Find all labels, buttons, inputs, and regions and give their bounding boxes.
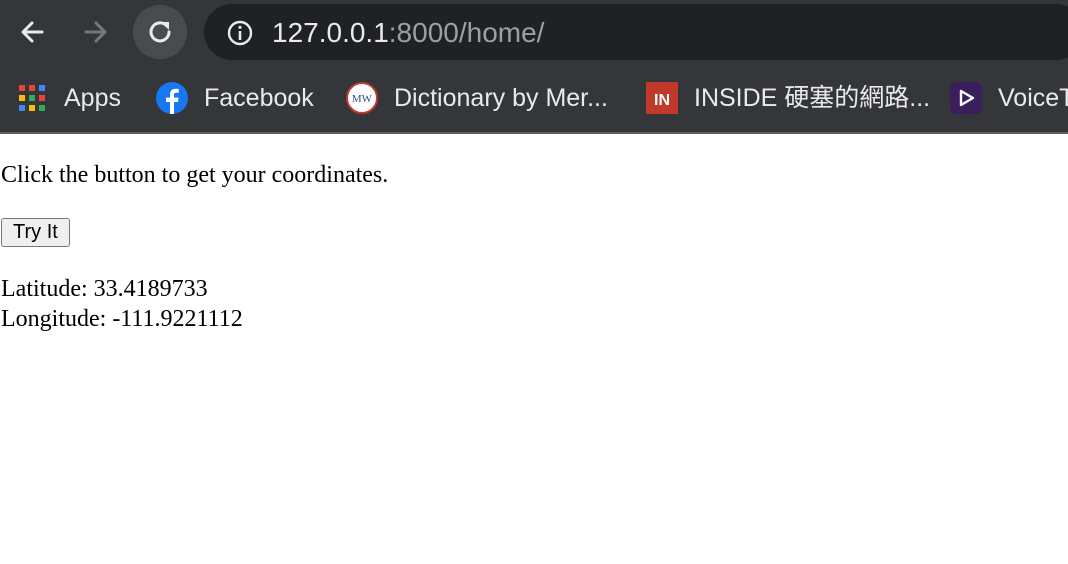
bookmarks-bar: Apps Facebook MW Dictionary by Mer... IN… (0, 66, 1068, 132)
back-arrow-icon (21, 21, 44, 43)
browser-chrome: 127.0.0.1:8000/home/ Apps Facebook MW Di… (0, 0, 1068, 134)
back-button[interactable] (5, 5, 59, 59)
try-it-button[interactable]: Try It (1, 218, 70, 247)
forward-arrow-icon (84, 21, 107, 43)
facebook-icon (156, 82, 188, 114)
bookmark-inside[interactable]: IN INSIDE 硬塞的網路... (646, 80, 931, 116)
site-info-icon[interactable] (226, 19, 254, 47)
instruction-text: Click the button to get your coordinates… (1, 162, 389, 188)
reload-button[interactable] (133, 5, 187, 59)
forward-button[interactable] (69, 5, 123, 59)
reload-icon (149, 21, 171, 43)
bookmark-label: Dictionary by Mer... (394, 84, 608, 112)
bookmark-label: Facebook (204, 84, 314, 112)
browser-toolbar: 127.0.0.1:8000/home/ (0, 0, 1068, 66)
url-text[interactable]: 127.0.0.1:8000/home/ (272, 17, 544, 49)
address-bar[interactable]: 127.0.0.1:8000/home/ (204, 4, 1068, 60)
page-content: Click the button to get your coordinates… (0, 134, 1068, 564)
apps-grid-icon (19, 85, 45, 111)
bookmark-dictionary[interactable]: MW Dictionary by Mer... (346, 80, 626, 116)
latitude-text: Latitude: 33.4189733 (1, 276, 208, 302)
url-path: :8000/home/ (388, 17, 545, 48)
longitude-text: Longitude: -111.9221112 (1, 306, 243, 332)
inside-icon-text: IN (654, 92, 670, 109)
inside-icon: IN (646, 82, 678, 114)
voice-play-icon (950, 82, 982, 114)
bookmark-facebook[interactable]: Facebook (156, 80, 326, 116)
bookmark-label: Apps (64, 84, 121, 112)
url-host: 127.0.0.1 (272, 17, 389, 48)
bookmark-apps[interactable]: Apps (16, 80, 136, 116)
coordinates-output: Latitude: 33.4189733 Longitude: -111.922… (1, 274, 243, 334)
bookmark-label: INSIDE 硬塞的網路... (694, 84, 931, 112)
bookmark-voice[interactable]: VoiceT (950, 80, 1068, 116)
merriam-webster-icon-text: MW (352, 93, 373, 105)
merriam-webster-icon: MW (346, 82, 378, 114)
bookmark-label: VoiceT (998, 84, 1068, 112)
